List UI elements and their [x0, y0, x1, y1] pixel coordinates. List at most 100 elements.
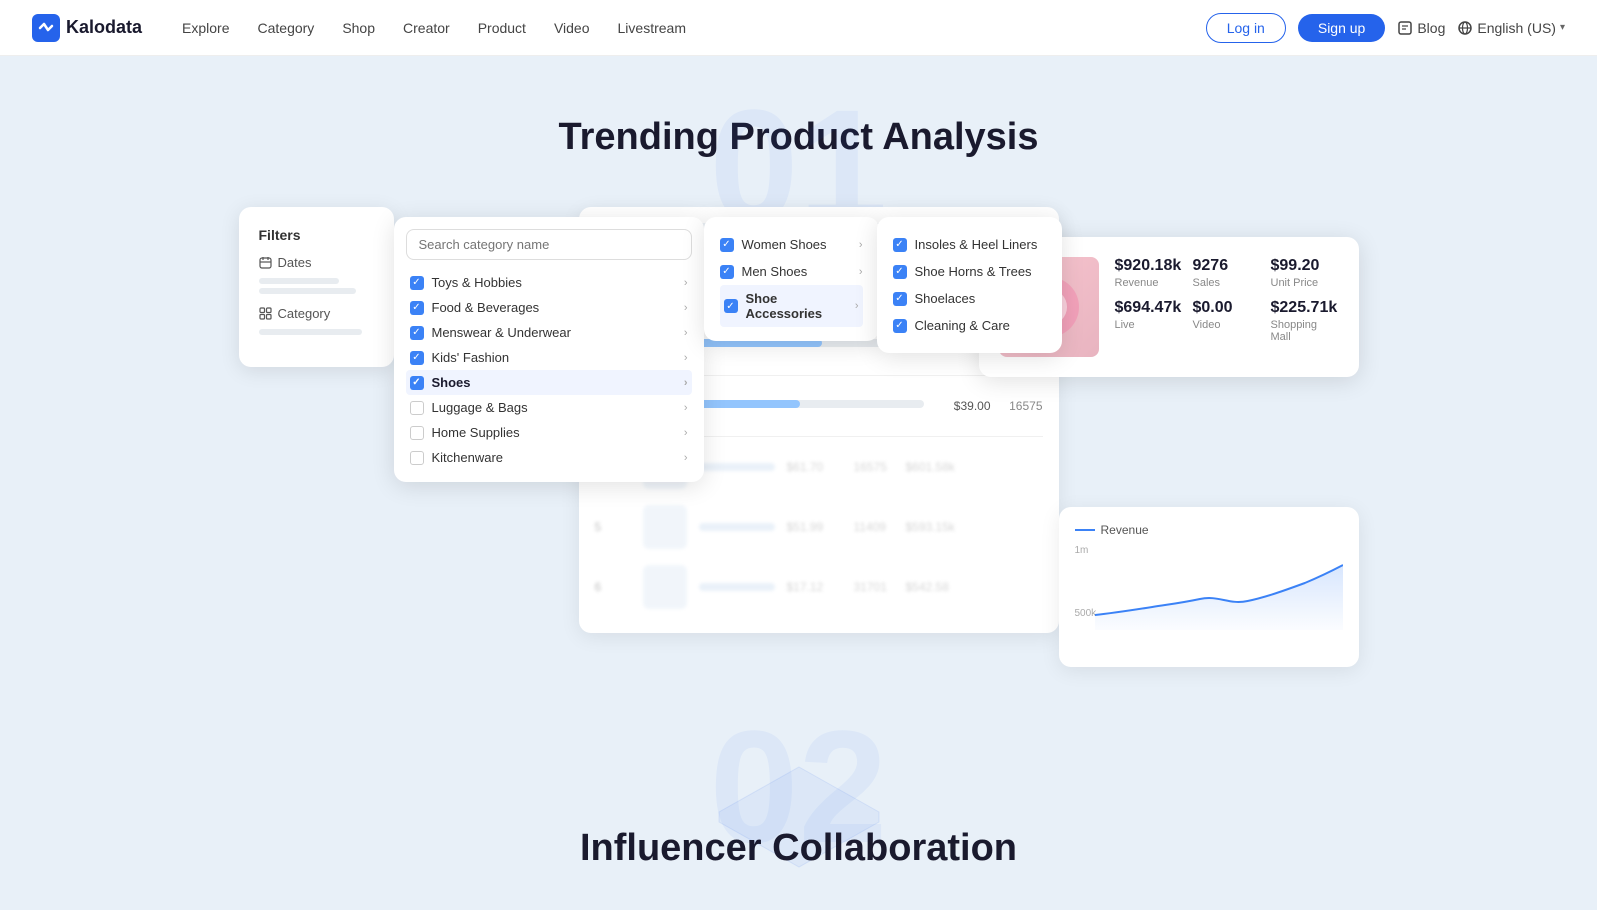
cat-item-shoes[interactable]: ✓ Shoes › [406, 370, 692, 395]
dates-filter[interactable]: Dates [259, 255, 374, 294]
revenue-label: Revenue [1115, 277, 1183, 289]
checkbox-men-shoes: ✓ [720, 265, 734, 279]
chart-area: 1m 500k [1075, 545, 1343, 635]
checkbox-home [410, 426, 424, 440]
chevron-right-icon-2: › [684, 302, 688, 314]
live-value: $694.47k [1115, 299, 1183, 317]
chevron-right-icon-5: › [684, 377, 688, 389]
cat-label-mens: Menswear & Underwear [432, 325, 571, 340]
cat-item-toys[interactable]: ✓ Toys & Hobbies › [406, 270, 692, 295]
category-list: ✓ Toys & Hobbies › ✓ Food & Beverages › … [406, 270, 692, 470]
sub-label-shoe-acc: Shoe Accessories [746, 291, 847, 321]
chevron-right-women: › [859, 239, 863, 251]
blog-label: Blog [1417, 20, 1445, 36]
chevron-right-icon-7: › [684, 427, 688, 439]
checkbox-horns: ✓ [893, 265, 907, 279]
shopping-mall-value: $225.71k [1271, 299, 1339, 317]
sub-item-laces[interactable]: ✓ Shoelaces [893, 285, 1046, 312]
price-3: $39.00 [936, 399, 991, 413]
blog-icon [1397, 20, 1413, 36]
nav-right: Log in Sign up Blog English (US) ▾ [1206, 13, 1565, 43]
nav-video[interactable]: Video [554, 20, 590, 36]
cat-item-mens[interactable]: ✓ Menswear & Underwear › [406, 320, 692, 345]
y-label-top: 1m [1075, 545, 1089, 556]
revenue-value: $920.18k [1115, 257, 1183, 275]
sales-3: 16575 [1003, 399, 1043, 413]
language-selector[interactable]: English (US) ▾ [1457, 20, 1565, 36]
cat-label-shoes: Shoes [432, 375, 471, 390]
stat-sales: 9276 Sales [1193, 257, 1261, 289]
cat-item-kids[interactable]: ✓ Kids' Fashion › [406, 345, 692, 370]
legend-line [1075, 529, 1095, 531]
cat-label-home: Home Supplies [432, 425, 520, 440]
chevron-right-icon: › [684, 277, 688, 289]
category-bar [259, 329, 363, 335]
checkbox-women: ✓ [720, 238, 734, 252]
stats-grid-row1: $920.18k Revenue 9276 Sales $99.20 Unit … [1115, 257, 1339, 289]
signup-button[interactable]: Sign up [1298, 14, 1385, 42]
nav-explore[interactable]: Explore [182, 20, 229, 36]
checkbox-food: ✓ [410, 301, 424, 315]
cat-item-home[interactable]: Home Supplies › [406, 420, 692, 445]
nav-livestream[interactable]: Livestream [618, 20, 686, 36]
category-filter[interactable]: Category [259, 306, 374, 335]
cat-item-luggage[interactable]: Luggage & Bags › [406, 395, 692, 420]
chevron-right-men: › [859, 266, 863, 278]
checkbox-mens: ✓ [410, 326, 424, 340]
sales-value: 9276 [1193, 257, 1261, 275]
chevron-right-icon-3: › [684, 327, 688, 339]
live-label: Live [1115, 319, 1183, 331]
unit-price-label: Unit Price [1271, 277, 1339, 289]
cat-item-kitchen[interactable]: Kitchenware › [406, 445, 692, 470]
sub-item-horns[interactable]: ✓ Shoe Horns & Trees [893, 258, 1046, 285]
blog-link[interactable]: Blog [1397, 20, 1445, 36]
product-bar-3 [699, 400, 924, 412]
login-button[interactable]: Log in [1206, 13, 1286, 43]
bottom-section: 02 Influencer Collaboration [0, 727, 1597, 910]
cat-label-kitchen: Kitchenware [432, 450, 504, 465]
hero-section: 01 Trending Product Analysis [0, 56, 1597, 207]
checkbox-shoes: ✓ [410, 376, 424, 390]
sub-label-cleaning: Cleaning & Care [915, 318, 1010, 333]
dates-label: Dates [259, 255, 374, 270]
checkbox-cleaning: ✓ [893, 319, 907, 333]
sub-item-insoles[interactable]: ✓ Insoles & Heel Liners [893, 231, 1046, 258]
nav-creator[interactable]: Creator [403, 20, 450, 36]
checkbox-shoe-acc: ✓ [724, 299, 738, 313]
nav-shop[interactable]: Shop [342, 20, 375, 36]
grid-icon [259, 307, 272, 320]
bottom-title: Influencer Collaboration [20, 787, 1577, 870]
y-label-mid: 500k [1075, 608, 1097, 619]
checkbox-kids: ✓ [410, 351, 424, 365]
sub-item-cleaning[interactable]: ✓ Cleaning & Care [893, 312, 1046, 339]
checkbox-luggage [410, 401, 424, 415]
sub-label-insoles: Insoles & Heel Liners [915, 237, 1038, 252]
sub-item-women[interactable]: ✓ Women Shoes › [720, 231, 863, 258]
chevron-down-icon: ▾ [1560, 22, 1565, 33]
chevron-right-shoe-acc: › [855, 300, 859, 312]
stats-grid-row2: $694.47k Live $0.00 Video $225.71k Shopp… [1115, 299, 1339, 343]
sub-item-men[interactable]: ✓ Men Shoes › [720, 258, 863, 285]
logo-icon [32, 14, 60, 42]
logo[interactable]: Kalodata [32, 14, 142, 42]
category-search-input[interactable] [406, 229, 692, 260]
sub-item-shoe-acc[interactable]: ✓ Shoe Accessories › [720, 285, 863, 327]
checkbox-toys: ✓ [410, 276, 424, 290]
chart-legend: Revenue [1075, 523, 1343, 537]
cat-label-luggage: Luggage & Bags [432, 400, 528, 415]
cat-item-food[interactable]: ✓ Food & Beverages › [406, 295, 692, 320]
sub-label-laces: Shoelaces [915, 291, 976, 306]
chevron-right-icon-4: › [684, 352, 688, 364]
shoes-subcategory-panel: ✓ Women Shoes › ✓ Men Shoes › ✓ Shoe Acc… [704, 217, 879, 341]
chevron-right-icon-6: › [684, 402, 688, 414]
unit-price-value: $99.20 [1271, 257, 1339, 275]
video-value: $0.00 [1193, 299, 1261, 317]
stat-shopping-mall: $225.71k Shopping Mall [1271, 299, 1339, 343]
globe-icon [1457, 20, 1473, 36]
checkbox-insoles: ✓ [893, 238, 907, 252]
blurred-row-5: 5 $51.99 11409 $593.15k [595, 497, 1043, 557]
sub-label-women: Women Shoes [742, 237, 827, 252]
nav-category[interactable]: Category [258, 20, 315, 36]
nav-product[interactable]: Product [478, 20, 526, 36]
product-stats: $920.18k Revenue 9276 Sales $99.20 Unit … [1115, 257, 1339, 357]
